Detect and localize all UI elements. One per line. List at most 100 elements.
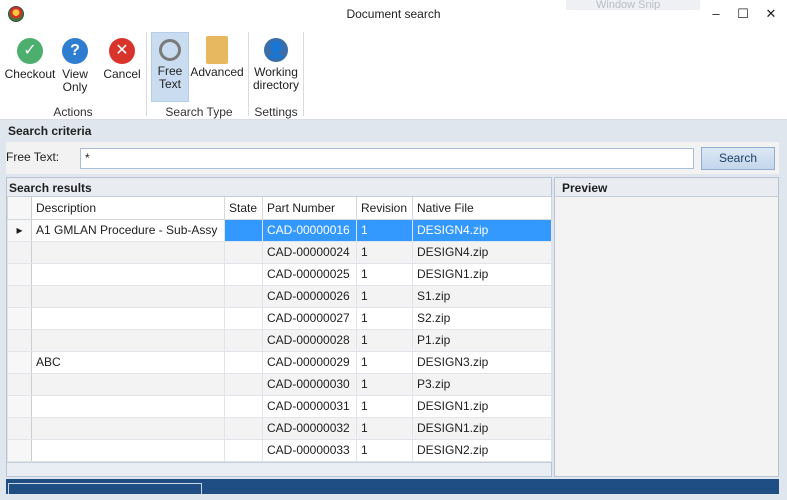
- cell-description[interactable]: [31, 284, 225, 308]
- cell-part-number[interactable]: CAD-00000029: [262, 350, 357, 374]
- row-header-cell[interactable]: [7, 262, 32, 286]
- cancel-x-icon: ✕: [109, 38, 135, 64]
- row-header-cell[interactable]: [7, 284, 32, 308]
- table-row[interactable]: CAD-00000030 1 P3.zip: [7, 372, 552, 396]
- row-header-cell[interactable]: [7, 394, 32, 418]
- cell-description[interactable]: A1 GMLAN Procedure - Sub-Assy: [31, 218, 225, 242]
- maximize-button[interactable]: ☐: [732, 4, 754, 24]
- row-header-cell[interactable]: [7, 306, 32, 330]
- table-row[interactable]: CAD-00000032 1 DESIGN1.zip: [7, 416, 552, 440]
- cell-revision[interactable]: 1: [356, 394, 413, 418]
- cell-revision[interactable]: 1: [356, 262, 413, 286]
- cell-revision[interactable]: 1: [356, 438, 413, 462]
- cell-part-number[interactable]: CAD-00000030: [262, 372, 357, 396]
- cell-state[interactable]: [224, 350, 263, 374]
- table-row[interactable]: CAD-00000027 1 S2.zip: [7, 306, 552, 330]
- cell-description[interactable]: [31, 438, 225, 462]
- results-horizontal-scrollbar[interactable]: [7, 462, 551, 476]
- cell-revision[interactable]: 1: [356, 240, 413, 264]
- cell-description[interactable]: [31, 328, 225, 352]
- cell-description[interactable]: [31, 262, 225, 286]
- cell-native-file[interactable]: S2.zip: [412, 306, 552, 330]
- row-header-cell[interactable]: [7, 372, 32, 396]
- cell-state[interactable]: [224, 438, 263, 462]
- cell-native-file[interactable]: DESIGN3.zip: [412, 350, 552, 374]
- cell-revision[interactable]: 1: [356, 306, 413, 330]
- cell-state[interactable]: [224, 218, 263, 242]
- table-row[interactable]: ▸ A1 GMLAN Procedure - Sub-Assy CAD-000000…: [7, 218, 552, 242]
- cell-state[interactable]: [224, 328, 263, 352]
- advanced-button[interactable]: Advanced: [190, 32, 244, 102]
- cell-description[interactable]: [31, 306, 225, 330]
- table-row[interactable]: CAD-00000031 1 DESIGN1.zip: [7, 394, 552, 418]
- working-directory-button[interactable]: 👤 Working directory: [252, 32, 300, 102]
- search-button[interactable]: Search: [701, 147, 775, 170]
- row-header-cell[interactable]: [7, 240, 32, 264]
- cell-part-number[interactable]: CAD-00000028: [262, 328, 357, 352]
- cell-part-number[interactable]: CAD-00000016: [262, 218, 357, 242]
- table-row[interactable]: CAD-00000026 1 S1.zip: [7, 284, 552, 308]
- column-header-state[interactable]: State: [224, 197, 263, 220]
- row-header-cell[interactable]: ▸: [7, 218, 32, 242]
- row-header-cell[interactable]: [7, 350, 32, 374]
- cell-native-file[interactable]: DESIGN4.zip: [412, 218, 552, 242]
- cell-part-number[interactable]: CAD-00000024: [262, 240, 357, 264]
- cell-revision[interactable]: 1: [356, 284, 413, 308]
- cell-description[interactable]: ABC: [31, 350, 225, 374]
- cell-description[interactable]: [31, 372, 225, 396]
- cell-revision[interactable]: 1: [356, 350, 413, 374]
- cell-revision[interactable]: 1: [356, 416, 413, 440]
- cancel-button[interactable]: ✕ Cancel: [102, 32, 142, 102]
- table-row[interactable]: CAD-00000033 1 DESIGN2.zip: [7, 438, 552, 462]
- magnifier-icon: [159, 39, 181, 61]
- cell-revision[interactable]: 1: [356, 328, 413, 352]
- cell-state[interactable]: [224, 262, 263, 286]
- column-header-part-number[interactable]: Part Number: [262, 197, 357, 220]
- cell-state[interactable]: [224, 240, 263, 264]
- cell-native-file[interactable]: P3.zip: [412, 372, 552, 396]
- cell-revision[interactable]: 1: [356, 218, 413, 242]
- minimize-button[interactable]: –: [705, 4, 727, 24]
- cell-part-number[interactable]: CAD-00000031: [262, 394, 357, 418]
- results-header-row: Description State Part Number Revision N…: [7, 197, 552, 220]
- table-row[interactable]: CAD-00000024 1 DESIGN4.zip: [7, 240, 552, 264]
- cell-native-file[interactable]: DESIGN1.zip: [412, 262, 552, 286]
- cell-native-file[interactable]: P1.zip: [412, 328, 552, 352]
- column-header-revision[interactable]: Revision: [356, 197, 413, 220]
- cell-part-number[interactable]: CAD-00000033: [262, 438, 357, 462]
- free-text-input[interactable]: *: [80, 148, 694, 169]
- cell-state[interactable]: [224, 394, 263, 418]
- column-header-description[interactable]: Description: [31, 197, 225, 220]
- cell-revision[interactable]: 1: [356, 372, 413, 396]
- ribbon-toolbar: ✓ Checkout ? View Only ✕ Cancel Actions …: [0, 28, 787, 120]
- row-header-cell[interactable]: [7, 328, 32, 352]
- cell-native-file[interactable]: DESIGN2.zip: [412, 438, 552, 462]
- cell-description[interactable]: [31, 416, 225, 440]
- cell-description[interactable]: [31, 394, 225, 418]
- cell-native-file[interactable]: DESIGN4.zip: [412, 240, 552, 264]
- row-header-cell[interactable]: [7, 416, 32, 440]
- status-tab[interactable]: [8, 483, 202, 494]
- cell-part-number[interactable]: CAD-00000027: [262, 306, 357, 330]
- cell-state[interactable]: [224, 306, 263, 330]
- view-only-button[interactable]: ? View Only: [56, 32, 94, 102]
- free-text-button[interactable]: Free Text: [151, 32, 189, 102]
- table-row[interactable]: CAD-00000025 1 DESIGN1.zip: [7, 262, 552, 286]
- cell-part-number[interactable]: CAD-00000025: [262, 262, 357, 286]
- cell-state[interactable]: [224, 284, 263, 308]
- cell-part-number[interactable]: CAD-00000032: [262, 416, 357, 440]
- table-row[interactable]: CAD-00000028 1 P1.zip: [7, 328, 552, 352]
- cell-description[interactable]: [31, 240, 225, 264]
- column-header-native-file[interactable]: Native File: [412, 197, 552, 220]
- close-window-button[interactable]: ✕: [760, 4, 782, 24]
- row-header-corner[interactable]: [7, 197, 32, 220]
- cell-native-file[interactable]: S1.zip: [412, 284, 552, 308]
- cell-part-number[interactable]: CAD-00000026: [262, 284, 357, 308]
- cell-state[interactable]: [224, 416, 263, 440]
- cell-native-file[interactable]: DESIGN1.zip: [412, 416, 552, 440]
- cell-native-file[interactable]: DESIGN1.zip: [412, 394, 552, 418]
- checkout-button[interactable]: ✓ Checkout: [4, 32, 56, 102]
- cell-state[interactable]: [224, 372, 263, 396]
- table-row[interactable]: ABC CAD-00000029 1 DESIGN3.zip: [7, 350, 552, 374]
- row-header-cell[interactable]: [7, 438, 32, 462]
